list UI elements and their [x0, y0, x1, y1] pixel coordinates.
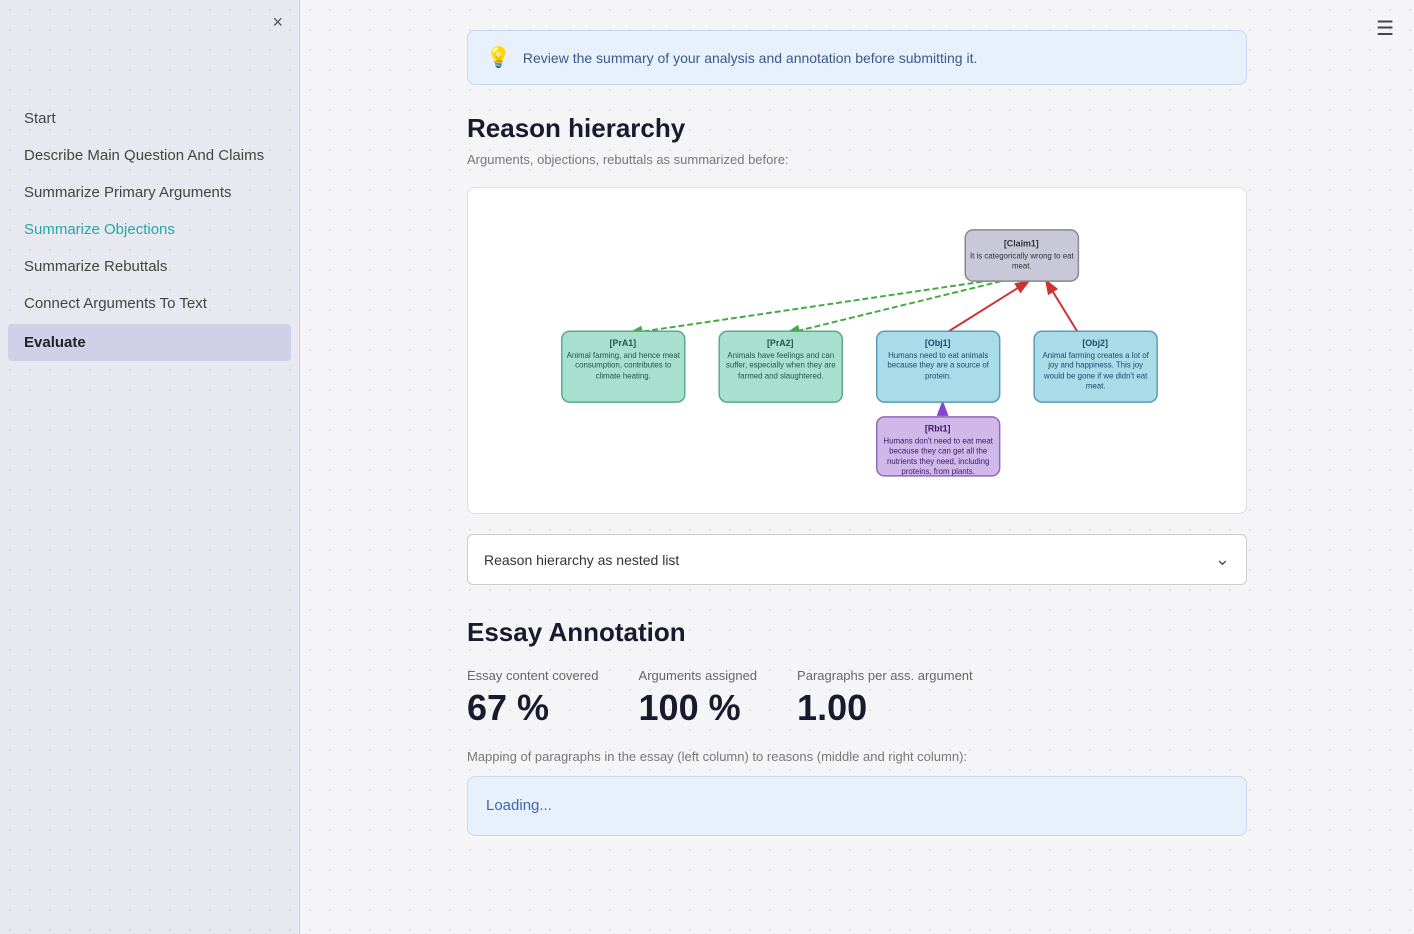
sidebar-item-start[interactable]: Start	[0, 100, 299, 137]
reason-hierarchy-diagram: [Claim1] It is categorically wrong to ea…	[488, 208, 1226, 488]
loading-text: Loading...	[486, 797, 552, 814]
stat-essay-content: Essay content covered 67 %	[467, 668, 599, 729]
info-banner: 💡 Review the summary of your analysis an…	[467, 30, 1247, 85]
stat-paragraphs-value: 1.00	[797, 687, 973, 729]
mapping-subtitle: Mapping of paragraphs in the essay (left…	[467, 749, 1247, 764]
stat-paragraphs: Paragraphs per ass. argument 1.00	[797, 668, 973, 729]
bulb-icon: 💡	[486, 45, 511, 70]
stat-essay-content-value: 67 %	[467, 687, 599, 729]
hamburger-button[interactable]: ☰	[1376, 16, 1394, 41]
stat-arguments-value: 100 %	[639, 687, 758, 729]
stat-paragraphs-label: Paragraphs per ass. argument	[797, 668, 973, 683]
stat-arguments-label: Arguments assigned	[639, 668, 758, 683]
diagram-container: [Claim1] It is categorically wrong to ea…	[467, 187, 1247, 514]
reason-hierarchy-title: Reason hierarchy	[467, 113, 1247, 144]
essay-annotation-title: Essay Annotation	[467, 617, 1247, 648]
close-button[interactable]: ×	[272, 12, 283, 33]
dropdown-label: Reason hierarchy as nested list	[484, 552, 679, 568]
sidebar-item-summarize-primary[interactable]: Summarize Primary Arguments	[0, 174, 299, 211]
svg-text:[Rbt1]: [Rbt1]	[925, 424, 951, 434]
svg-text:[PrA1]: [PrA1]	[610, 338, 637, 348]
loading-box: Loading...	[467, 776, 1247, 836]
sidebar-item-connect[interactable]: Connect Arguments To Text	[0, 285, 299, 322]
svg-text:[PrA2]: [PrA2]	[767, 338, 794, 348]
sidebar-item-describe[interactable]: Describe Main Question And Claims	[0, 137, 299, 174]
svg-text:[Obj1]: [Obj1]	[925, 338, 951, 348]
reason-hierarchy-subtitle: Arguments, objections, rebuttals as summ…	[467, 152, 1247, 167]
sidebar-item-summarize-objections[interactable]: Summarize Objections	[0, 211, 299, 248]
chevron-down-icon: ⌄	[1215, 549, 1230, 570]
svg-text:[Claim1]: [Claim1]	[1004, 239, 1039, 249]
sidebar-item-summarize-rebuttals[interactable]: Summarize Rebuttals	[0, 248, 299, 285]
sidebar-nav: Start Describe Main Question And Claims …	[0, 100, 299, 363]
stat-arguments: Arguments assigned 100 %	[639, 668, 758, 729]
svg-text:[Obj2]: [Obj2]	[1082, 338, 1108, 348]
sidebar: × Start Describe Main Question And Claim…	[0, 0, 300, 934]
stats-row: Essay content covered 67 % Arguments ass…	[467, 668, 1247, 729]
stat-essay-content-label: Essay content covered	[467, 668, 599, 683]
reason-hierarchy-dropdown[interactable]: Reason hierarchy as nested list ⌄	[467, 534, 1247, 585]
sidebar-item-evaluate[interactable]: Evaluate	[8, 324, 291, 361]
info-banner-text: Review the summary of your analysis and …	[523, 50, 977, 66]
main-content: ☰ 💡 Review the summary of your analysis …	[300, 0, 1414, 934]
